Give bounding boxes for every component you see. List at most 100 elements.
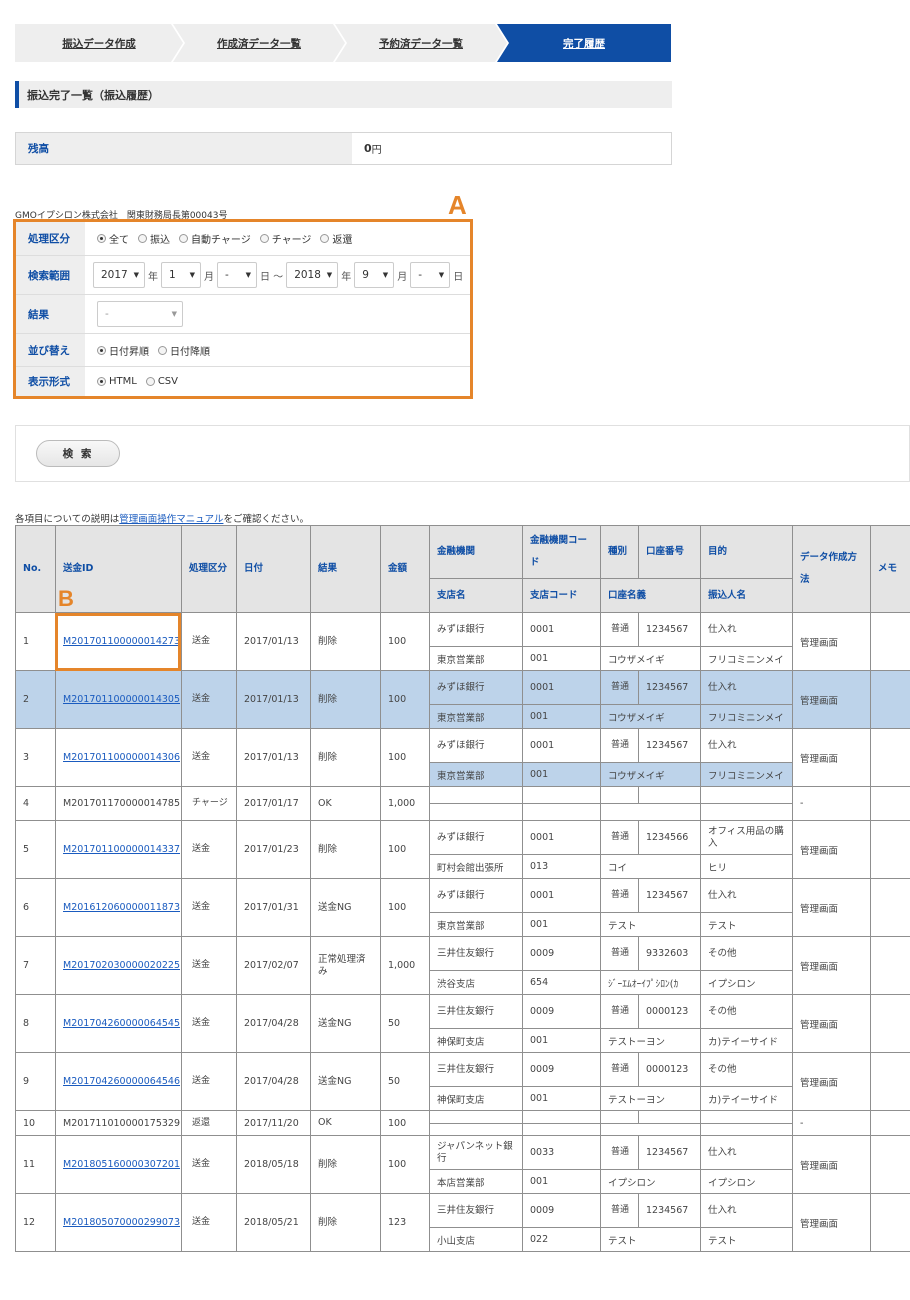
cell-account-name <box>600 1123 701 1136</box>
cell-memo <box>870 994 910 1053</box>
to-day-select[interactable]: - ▼ <box>410 262 451 288</box>
cell-purpose: その他 <box>700 994 793 1029</box>
balance-amount: 0 <box>364 142 372 155</box>
remittance-id-link[interactable]: M201701100000014306 <box>63 752 180 763</box>
table-row: 2 M201701100000014305 送金 2017/01/13 削除 100 みずほ… <box>15 670 910 729</box>
cell-bank: みずほ銀行 <box>429 820 523 855</box>
from-day-select[interactable]: - ▼ <box>217 262 257 288</box>
cell-method: 管理画面 <box>792 1052 871 1111</box>
cell-account-type <box>600 786 639 804</box>
cell-amount: 1,000 <box>380 936 430 995</box>
cell-date: 2017/02/07 <box>236 936 311 995</box>
remittance-id-link[interactable]: M201805070000299073 <box>63 1217 180 1228</box>
cell-no: 2 <box>15 670 56 729</box>
cell-kind: 送金 <box>181 728 237 787</box>
chevron-down-icon: ▼ <box>438 271 445 279</box>
cell-account-name: コウザメイギ <box>600 704 701 729</box>
cell-result: 送金NG <box>310 1052 381 1111</box>
cell-date: 2018/05/18 <box>236 1135 311 1194</box>
cell-id: M201704260000064546 <box>55 1052 182 1111</box>
radio-auto-charge[interactable]: 自動チャージ <box>179 231 251 246</box>
cell-payer: フリコミニンメイ <box>700 704 793 729</box>
radio-sort-desc[interactable]: 日付降順 <box>158 343 210 358</box>
cell-account-no: 1234567 <box>638 1135 701 1170</box>
step-created-list[interactable]: 作成済データ一覧 <box>173 24 345 62</box>
day-unit: 日 <box>453 271 464 283</box>
manual-link[interactable]: 管理画面操作マニュアル <box>119 514 223 525</box>
radio-sort-asc[interactable]: 日付昇順 <box>97 343 149 358</box>
cell-amount: 100 <box>380 728 430 787</box>
cell-purpose: 仕入れ <box>700 728 793 763</box>
remittance-id-link[interactable]: M201702030000020225 <box>63 960 180 971</box>
radio-csv[interactable]: CSV <box>145 376 178 387</box>
cell-id: M201701100000014305 <box>55 670 182 729</box>
radio-all[interactable]: 全て <box>97 231 129 246</box>
radio-charge[interactable]: チャージ <box>259 231 311 246</box>
cell-no: 4 <box>15 786 56 821</box>
cell-account-type: 普通 <box>600 878 639 913</box>
radio-refund[interactable]: 返還 <box>320 231 352 246</box>
to-year-value: 2018 <box>294 269 321 281</box>
cell-account-no: 1234567 <box>638 670 701 705</box>
cell-kind: 送金 <box>181 1052 237 1111</box>
cell-no: 7 <box>15 936 56 995</box>
radio-html[interactable]: HTML <box>97 376 137 387</box>
manual-note: 各項目についての説明は管理画面操作マニュアルをご確認ください。 <box>15 511 309 525</box>
table-row: 7 M201702030000020225 送金 2017/02/07 正常処理済み 1,… <box>15 936 910 995</box>
cell-method: 管理画面 <box>792 1135 871 1194</box>
header-kind: 処理区分 <box>181 525 237 613</box>
cell-account-type <box>600 1110 639 1124</box>
chevron-down-icon: ▼ <box>326 271 333 279</box>
cell-branch-code: 654 <box>522 970 601 995</box>
cell-result: 削除 <box>310 612 381 671</box>
header-date: 日付 <box>236 525 311 613</box>
step-create-data[interactable]: 振込データ作成 <box>15 24 183 62</box>
cell-bank: 三井住友銀行 <box>429 1052 523 1087</box>
remittance-id-link[interactable]: M201701100000014273 <box>63 636 180 647</box>
cell-account-no: 1234566 <box>638 820 701 855</box>
result-label: 結果 <box>16 295 85 333</box>
cell-branch-code: 001 <box>522 646 601 671</box>
result-select[interactable]: - ▼ <box>97 301 183 327</box>
from-month-select[interactable]: 1 ▼ <box>161 262 201 288</box>
cell-id: M201612060000011873 <box>55 878 182 937</box>
table-row: 11 M201805160000307201 送金 2018/05/18 削除 100 ジャ… <box>15 1135 910 1194</box>
remittance-id-link[interactable]: M201701100000014337 <box>63 844 180 855</box>
cell-kind: 送金 <box>181 1193 237 1252</box>
remittance-id-link[interactable]: M201805160000307201 <box>63 1159 180 1170</box>
step-navigation: 振込データ作成 作成済データ一覧 予約済データ一覧 完了履歴 <box>15 24 671 62</box>
cell-no: 3 <box>15 728 56 787</box>
cell-account-name: テストーヨン <box>600 1086 701 1111</box>
from-day-value: - <box>225 269 229 281</box>
remittance-id-link[interactable]: M201612060000011873 <box>63 902 180 913</box>
cell-no: 12 <box>15 1193 56 1252</box>
cell-result: 削除 <box>310 1135 381 1194</box>
remittance-id-link[interactable]: M201704260000064545 <box>63 1018 180 1029</box>
form-row-result: 結果 - ▼ <box>16 295 470 334</box>
radio-transfer[interactable]: 振込 <box>138 231 170 246</box>
remittance-id-link[interactable]: M201701100000014305 <box>63 694 180 705</box>
to-month-select[interactable]: 9 ▼ <box>354 262 395 288</box>
cell-bank: みずほ銀行 <box>429 728 523 763</box>
cell-memo <box>870 820 910 879</box>
to-year-select[interactable]: 2018 ▼ <box>286 262 339 288</box>
step-completed-history[interactable]: 完了履歴 <box>497 24 671 62</box>
cell-bank-code: 0001 <box>522 820 601 855</box>
header-result: 結果 <box>310 525 381 613</box>
cell-purpose: 仕入れ <box>700 878 793 913</box>
cell-amount: 100 <box>380 878 430 937</box>
header-account-type: 種別 <box>600 525 639 579</box>
remittance-id-link[interactable]: M201704260000064546 <box>63 1076 180 1087</box>
from-year-select[interactable]: 2017 ▼ <box>93 262 145 288</box>
cell-branch-code: 013 <box>522 854 601 879</box>
cell-memo <box>870 1110 910 1136</box>
search-button[interactable]: 検 索 <box>36 440 120 467</box>
cell-branch-code: 001 <box>522 704 601 729</box>
callout-a: A <box>448 190 467 220</box>
step-reserved-list[interactable]: 予約済データ一覧 <box>335 24 507 62</box>
radio-sort-asc-icon <box>97 345 106 355</box>
header-bank: 金融機関 <box>429 525 523 579</box>
cell-result: 削除 <box>310 728 381 787</box>
form-row-range: 検索範囲 2017 ▼ 年 1 ▼ 月 - ▼ 日 ～ 2018 ▼ 年 9 ▼ 月 - ▼… <box>16 256 470 295</box>
cell-result: 削除 <box>310 1193 381 1252</box>
